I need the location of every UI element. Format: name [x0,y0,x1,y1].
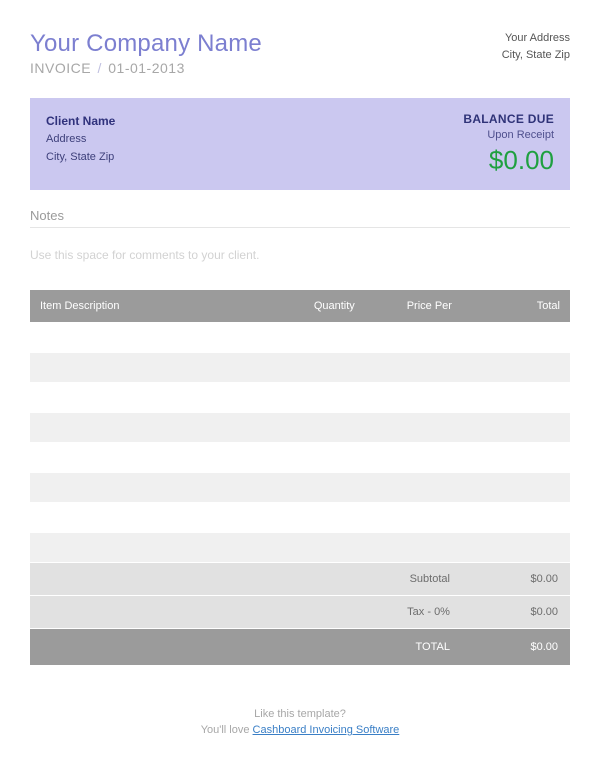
separator: / [91,60,108,76]
client-city-state-zip: City, State Zip [46,149,115,167]
notes-divider [30,227,570,228]
table-row [30,442,570,472]
table-row [30,502,570,532]
client-name: Client Name [46,112,115,131]
header: Your Company Name INVOICE / 01-01-2013 Y… [30,30,570,76]
footer-link[interactable]: Cashboard Invoicing Software [253,724,400,736]
total-row: TOTAL $0.00 [30,628,570,665]
tax-label: Tax - 0% [30,595,462,628]
col-qty: Quantity [278,290,364,322]
table-row [30,412,570,442]
sender-address-block: Your Address City, State Zip [502,30,570,63]
sender-city-state-zip: City, State Zip [502,47,570,64]
company-block: Your Company Name INVOICE / 01-01-2013 [30,30,262,76]
balance-amount: $0.00 [463,145,554,176]
client-block: Client Name Address City, State Zip [46,112,115,166]
invoice-line: INVOICE / 01-01-2013 [30,60,262,76]
table-row [30,472,570,502]
tax-value: $0.00 [462,595,570,628]
notes-heading: Notes [30,208,570,223]
table-row [30,352,570,382]
subtotal-value: $0.00 [462,562,570,595]
invoice-page: Your Company Name INVOICE / 01-01-2013 Y… [0,0,600,749]
table-body: Subtotal $0.00 Tax - 0% $0.00 TOTAL $0.0… [30,322,570,665]
invoice-date: 01-01-2013 [108,60,185,76]
payment-terms: Upon Receipt [463,129,554,141]
balance-block: BALANCE DUE Upon Receipt $0.00 [463,112,554,176]
table-row [30,322,570,352]
footer: Like this template? You'll love Cashboar… [30,706,570,739]
client-address: Address [46,131,115,149]
company-name: Your Company Name [30,30,262,58]
tax-row: Tax - 0% $0.00 [30,595,570,628]
footer-line1: Like this template? [30,706,570,723]
total-value: $0.00 [462,628,570,665]
balance-due-label: BALANCE DUE [463,112,554,126]
col-item: Item Description [30,290,278,322]
footer-prefix: You'll love [201,724,253,736]
subtotal-label: Subtotal [30,562,462,595]
col-total: Total [462,290,570,322]
table-header-row: Item Description Quantity Price Per Tota… [30,290,570,322]
total-label: TOTAL [30,628,462,665]
line-items-table: Item Description Quantity Price Per Tota… [30,290,570,666]
subtotal-row: Subtotal $0.00 [30,562,570,595]
table-row [30,382,570,412]
notes-placeholder: Use this space for comments to your clie… [30,248,570,262]
invoice-label: INVOICE [30,60,91,76]
table-row [30,532,570,562]
sender-address: Your Address [502,30,570,47]
col-price: Price Per [365,290,462,322]
client-summary-box: Client Name Address City, State Zip BALA… [30,98,570,190]
footer-line2: You'll love Cashboard Invoicing Software [30,722,570,739]
